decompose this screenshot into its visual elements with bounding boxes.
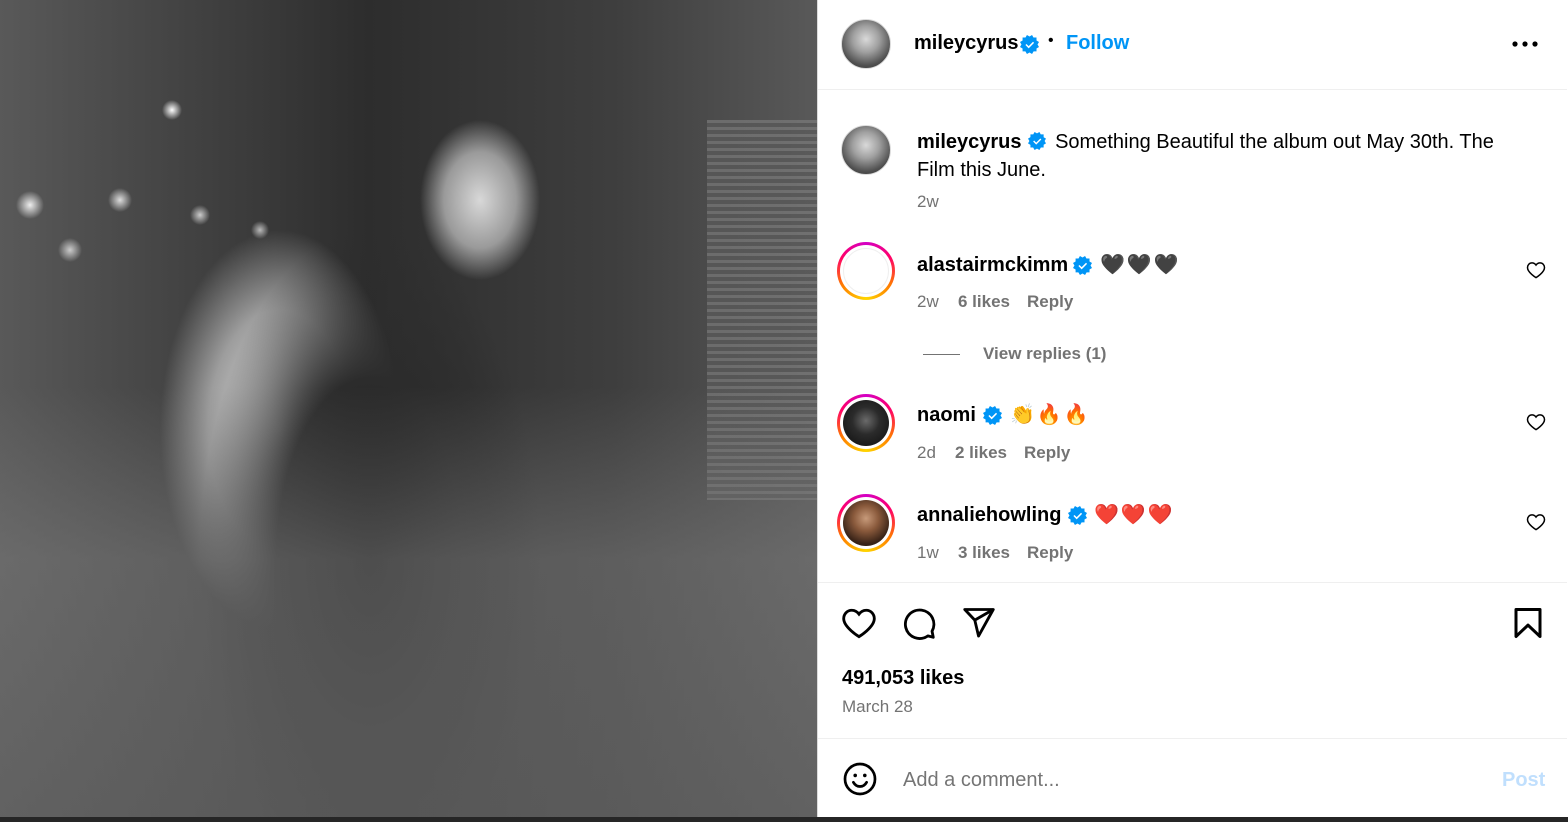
comment-username[interactable]: alastairmckimm [917,254,1068,277]
post-side-panel: mileycyrus • Follow mileycyrus Something… [817,0,1567,817]
comment-avatar[interactable] [837,394,895,452]
post-photo[interactable] [0,0,817,817]
post-comment-button[interactable]: Post [1502,769,1545,792]
replies-divider [923,354,960,355]
post-header: mileycyrus • Follow [818,0,1567,90]
comment-age: 2w [917,292,939,311]
verified-icon [1027,132,1046,150]
comment-item: alastairmckimm 🖤🖤🖤 2w 6 likes Reply View… [818,240,1567,370]
comment-likes[interactable]: 2 likes [955,443,1007,463]
comment-avatar[interactable] [837,242,895,300]
verified-icon [983,406,1002,425]
comment-likes[interactable]: 3 likes [958,543,1010,563]
heart-icon[interactable] [1526,260,1546,280]
caption-age: 2w [917,192,939,211]
bookmark-icon[interactable] [1510,605,1546,641]
more-icon[interactable] [1512,41,1538,47]
comment-username[interactable]: naomi [917,404,976,427]
comment-reply-button[interactable]: Reply [1027,543,1073,563]
comment-composer: Post [818,738,1567,818]
heart-icon[interactable] [1526,412,1546,432]
caption-username[interactable]: mileycyrus [917,131,1022,153]
author-username[interactable]: mileycyrus [914,32,1019,55]
comment-username[interactable]: annaliehowling [917,504,1061,527]
comment-text: 🖤🖤🖤 [1100,254,1181,276]
post-actions: 491,053 likes March 28 [818,582,1567,739]
comment-likes[interactable]: 6 likes [958,292,1010,312]
caption-block: mileycyrus Something Beautiful the album… [818,90,1567,230]
share-icon[interactable] [961,605,997,641]
header-separator: • [1048,32,1054,49]
view-replies-button[interactable]: View replies (1) [983,344,1106,364]
comment-age: 2d [917,443,936,462]
emoji-icon[interactable] [842,761,878,797]
photo-ground-detail [0,387,817,817]
follow-button[interactable]: Follow [1066,32,1129,55]
comment-icon[interactable] [901,605,937,641]
likes-count[interactable]: 491,053 likes [842,667,964,690]
caption-text-wrap: mileycyrus Something Beautiful the album… [917,128,1527,184]
comment-text: ❤️❤️❤️ [1094,504,1175,526]
comment-age: 1w [917,543,939,562]
comment-item: naomi 👏🔥🔥 2d 2 likes Reply [818,392,1567,472]
comment-item: annaliehowling ❤️❤️❤️ 1w 3 likes Reply [818,492,1567,572]
verified-icon [1068,506,1087,525]
heart-icon[interactable] [1526,512,1546,532]
comment-reply-button[interactable]: Reply [1027,292,1073,312]
comment-reply-button[interactable]: Reply [1024,443,1070,463]
verified-icon [1020,35,1039,54]
like-heart-icon[interactable] [841,605,877,641]
verified-icon [1073,256,1092,275]
caption-avatar[interactable] [841,125,891,175]
author-avatar[interactable] [841,19,891,69]
post-date[interactable]: March 28 [842,697,913,717]
comment-input[interactable] [901,763,1465,797]
comment-text: 👏🔥🔥 [1010,404,1091,426]
comment-avatar[interactable] [837,494,895,552]
